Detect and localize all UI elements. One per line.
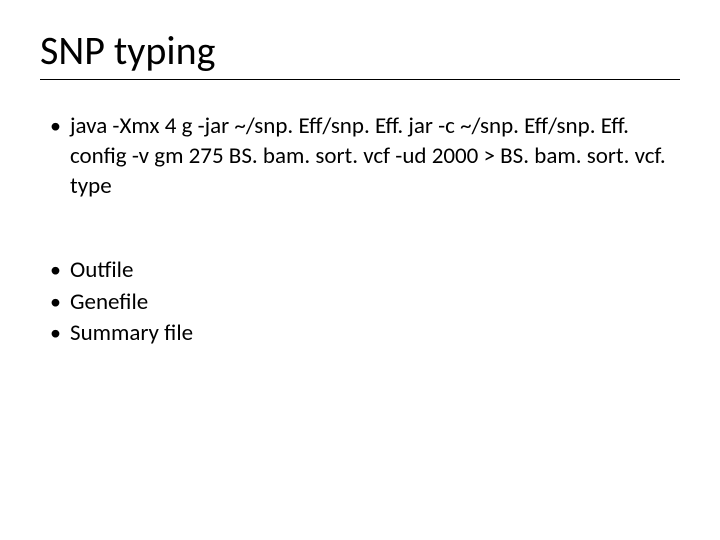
slide-title: SNP typing (40, 26, 680, 75)
spacer (40, 204, 680, 256)
title-underline (40, 79, 680, 80)
list-item: Genefile (50, 288, 680, 318)
list-item: java -Xmx 4 g -jar ~/snp. Eff/snp. Eff. … (50, 112, 680, 202)
list-item: Outfile (50, 256, 680, 286)
bullet-list-1: java -Xmx 4 g -jar ~/snp. Eff/snp. Eff. … (40, 112, 680, 202)
bullet-list-2: Outfile Genefile Summary file (40, 256, 680, 350)
list-item: Summary file (50, 319, 680, 349)
